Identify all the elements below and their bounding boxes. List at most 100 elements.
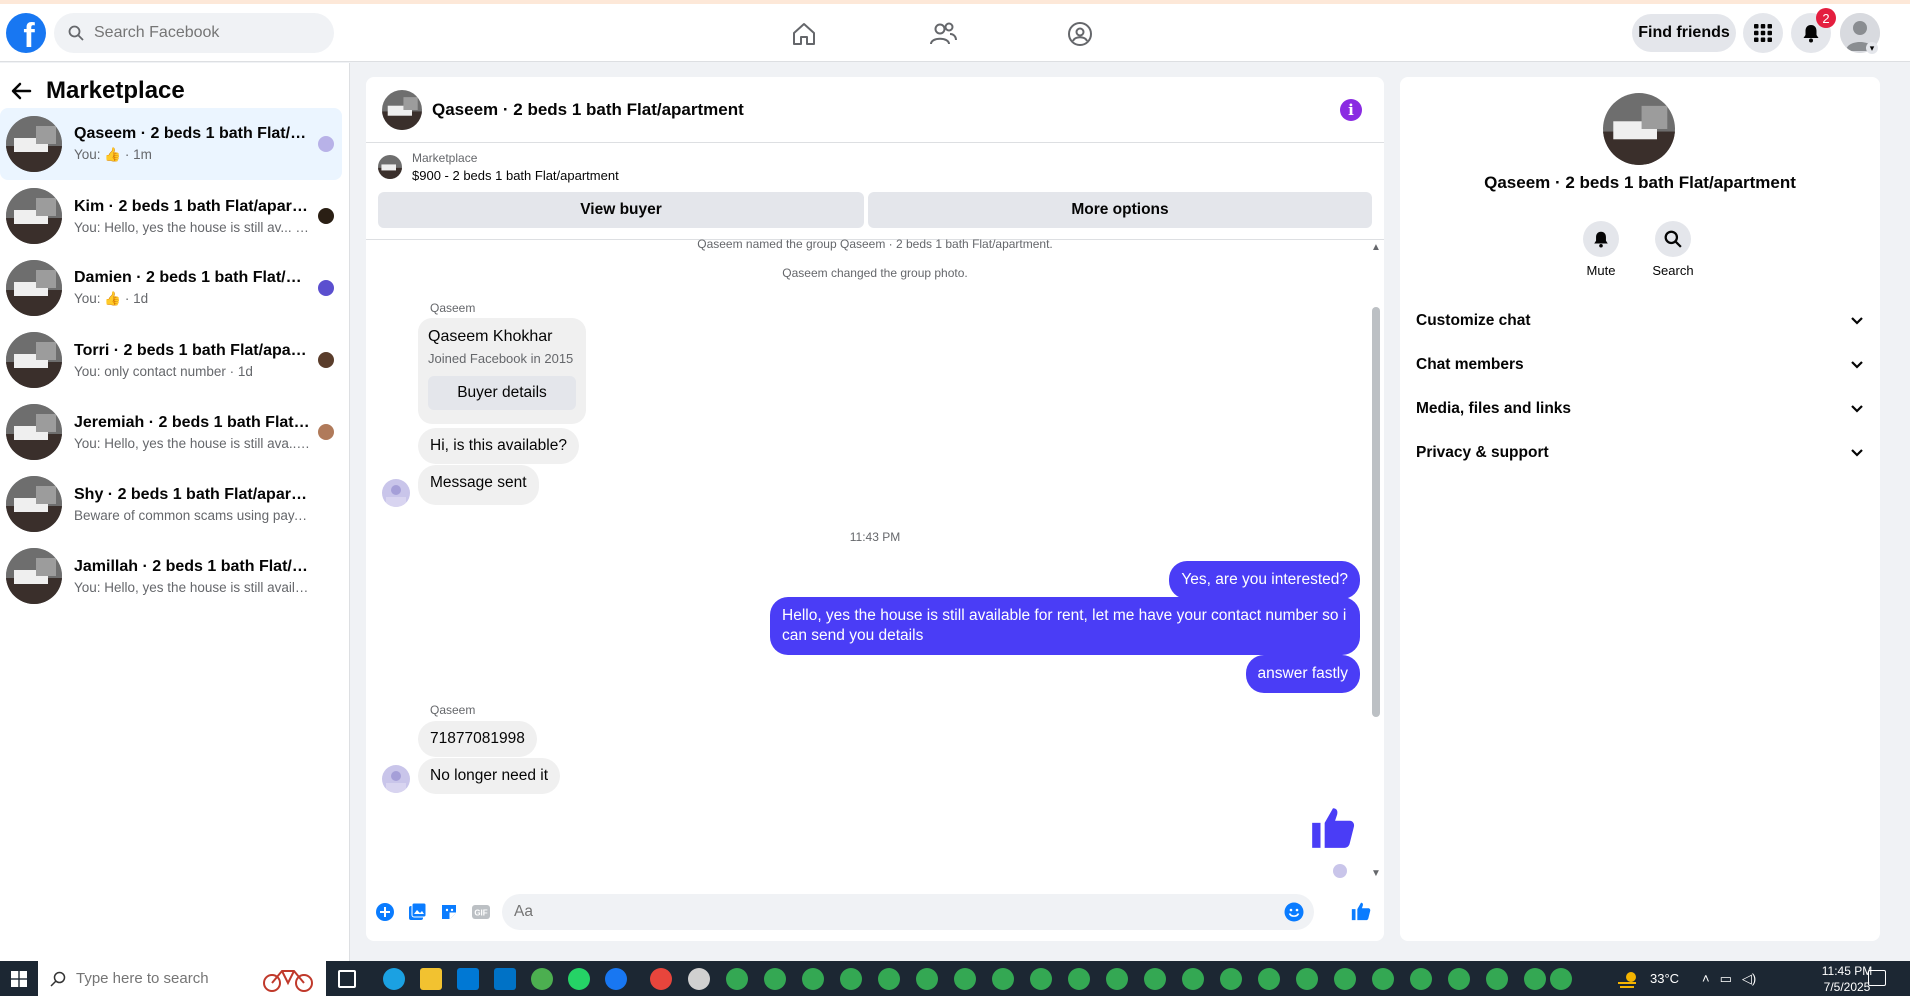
taskbar-search-box[interactable] [38, 961, 326, 996]
bell-icon[interactable] [1583, 221, 1619, 257]
find-friends-button[interactable]: Find friends [1632, 14, 1736, 52]
chrome-icon[interactable] [531, 968, 553, 990]
send-like-icon[interactable] [1350, 900, 1372, 922]
group-avatar[interactable] [1603, 93, 1675, 165]
chat-scrollbar[interactable] [1372, 307, 1380, 717]
conversation-item-damien[interactable]: Damien · 2 beds 1 bath Flat/apa... You: 👍… [0, 252, 342, 324]
large-thumbs-up-icon[interactable] [1308, 802, 1358, 857]
facebook-logo-icon[interactable]: f [6, 13, 46, 53]
microsoft-store-icon[interactable] [457, 968, 479, 990]
chrome-icon[interactable] [650, 968, 672, 990]
conversation-item-torri[interactable]: Torri · 2 beds 1 bath Flat/apartm... You:… [0, 324, 342, 396]
chrome-icon[interactable] [1372, 968, 1394, 990]
photo-gallery-icon[interactable] [406, 901, 428, 923]
search-box[interactable] [54, 13, 334, 53]
chrome-icon[interactable] [764, 968, 786, 990]
conversation-item-kim[interactable]: Kim · 2 beds 1 bath Flat/apartm... You: H… [0, 180, 342, 252]
message-composer[interactable] [502, 894, 1314, 930]
home-icon[interactable] [788, 18, 820, 50]
marketplace-listing-row[interactable]: Marketplace $900 - 2 beds 1 bath Flat/ap… [378, 151, 619, 183]
message-input[interactable] [514, 903, 1254, 921]
mail-icon[interactable] [494, 968, 516, 990]
notifications-center-icon[interactable] [1868, 970, 1886, 986]
volume-icon[interactable]: ◁) [1742, 971, 1756, 987]
scroll-up-arrow-icon[interactable]: ▲ [1370, 243, 1382, 253]
back-arrow-icon[interactable] [10, 80, 32, 102]
weather-widget[interactable]: 33°C [1616, 961, 1679, 996]
chrome-icon[interactable] [802, 968, 824, 990]
whatsapp-icon[interactable] [568, 968, 590, 990]
chrome-icon[interactable] [1144, 968, 1166, 990]
chrome-icon[interactable] [1106, 968, 1128, 990]
chrome-icon[interactable] [1068, 968, 1090, 990]
message-timestamp: 11:43 PM [849, 530, 901, 544]
chrome-icon[interactable] [992, 968, 1014, 990]
conversation-item-jamillah[interactable]: Jamillah · 2 beds 1 bath Flat/apart... Yo… [0, 540, 342, 612]
sender-avatar[interactable] [382, 479, 410, 507]
outgoing-message[interactable]: Hello, yes the house is still available … [770, 597, 1360, 655]
chrome-icon[interactable] [1334, 968, 1356, 990]
listing-thumbnail [6, 476, 62, 532]
incoming-message[interactable]: Hi, is this available? [418, 428, 579, 464]
gif-icon[interactable]: GIF [470, 901, 492, 923]
network-icon[interactable]: ▭ [1720, 971, 1732, 987]
chrome-icon[interactable] [1410, 968, 1432, 990]
task-view-icon[interactable] [338, 970, 356, 988]
search-action[interactable]: Search [1643, 221, 1703, 278]
chrome-icon[interactable] [1296, 968, 1318, 990]
chrome-icon[interactable] [1030, 968, 1052, 990]
info-icon[interactable]: i [1340, 99, 1362, 121]
chrome-icon[interactable] [1550, 968, 1572, 990]
view-buyer-button[interactable]: View buyer [378, 192, 864, 228]
outgoing-message[interactable]: answer fastly [1245, 655, 1360, 693]
facebook-app-icon[interactable] [605, 968, 627, 990]
conversation-item-jeremiah[interactable]: Jeremiah · 2 beds 1 bath Flat/ap... You: … [0, 396, 342, 468]
chrome-icon[interactable] [916, 968, 938, 990]
chrome-icon[interactable] [1182, 968, 1204, 990]
system-tray[interactable]: ˄ ▭ ◁) [1702, 961, 1756, 996]
chrome-icon[interactable] [1486, 968, 1508, 990]
customize-chat-section[interactable]: Customize chat [1416, 301, 1864, 341]
sticker-icon[interactable] [438, 901, 460, 923]
chat-members-section[interactable]: Chat members [1416, 345, 1864, 385]
chrome-icon[interactable] [726, 968, 748, 990]
sender-avatar[interactable] [382, 765, 410, 793]
windows-start-icon[interactable] [0, 961, 38, 996]
groups-icon[interactable] [1064, 18, 1096, 50]
privacy-support-section[interactable]: Privacy & support [1416, 433, 1864, 473]
app-icon[interactable] [688, 968, 710, 990]
edge-browser-icon[interactable] [383, 968, 405, 990]
conversation-preview: You: 👍 · 1m [74, 147, 152, 162]
chrome-icon[interactable] [1524, 968, 1546, 990]
menu-grid-icon[interactable] [1743, 13, 1783, 53]
search-icon[interactable] [1655, 221, 1691, 257]
incoming-message[interactable]: Message sent [418, 465, 539, 505]
incoming-message[interactable]: 71877081998 [418, 721, 537, 757]
taskbar-search-input[interactable] [76, 970, 226, 987]
chrome-icon[interactable] [878, 968, 900, 990]
outgoing-message[interactable]: Yes, are you interested? [1169, 561, 1360, 599]
plus-actions-icon[interactable] [374, 901, 396, 923]
chrome-icon[interactable] [1258, 968, 1280, 990]
file-explorer-icon[interactable] [420, 968, 442, 990]
search-input[interactable] [94, 24, 314, 42]
chrome-icon[interactable] [1220, 968, 1242, 990]
conversation-item-qaseem[interactable]: Qaseem · 2 beds 1 bath Flat/apa... You: 👍… [0, 108, 342, 180]
chat-avatar[interactable] [382, 89, 422, 130]
mute-action[interactable]: Mute [1571, 221, 1631, 278]
emoji-icon[interactable] [1284, 902, 1304, 922]
chat-title[interactable]: Qaseem · 2 beds 1 bath Flat/apartment [432, 100, 744, 120]
friends-icon[interactable] [927, 18, 959, 50]
chrome-icon[interactable] [1448, 968, 1470, 990]
chevron-up-icon[interactable]: ˄ [1702, 971, 1710, 986]
chrome-icon[interactable] [954, 968, 976, 990]
more-options-button[interactable]: More options [868, 192, 1372, 228]
conversation-item-shy[interactable]: Shy · 2 beds 1 bath Flat/apartment Beware… [0, 468, 342, 540]
page-scrollbar[interactable] [1898, 62, 1910, 961]
account-dropdown-chevron-icon[interactable]: ▾ [1866, 42, 1878, 54]
incoming-message[interactable]: No longer need it [418, 758, 561, 794]
media-files-links-section[interactable]: Media, files and links [1416, 389, 1864, 429]
chrome-icon[interactable] [840, 968, 862, 990]
scroll-down-arrow-icon[interactable]: ▼ [1370, 869, 1382, 879]
buyer-details-button[interactable]: Buyer details [428, 376, 576, 410]
